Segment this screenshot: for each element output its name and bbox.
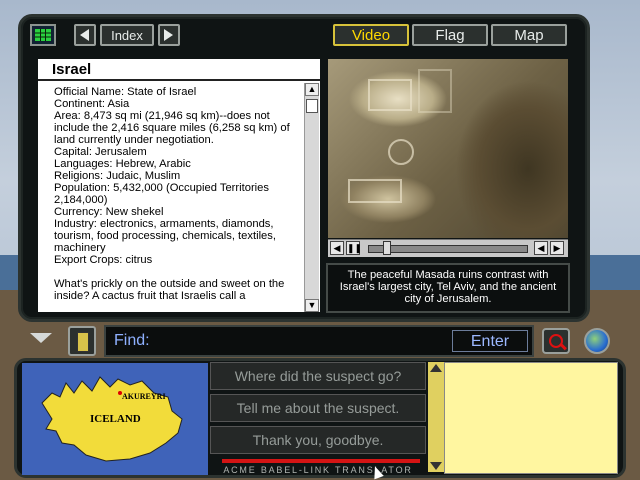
map-city-label: AKUREYRI xyxy=(122,392,166,401)
fact-continent: Continent: Asia xyxy=(54,98,130,110)
video-progress-track[interactable] xyxy=(368,245,528,253)
fact-area: Area: 8,473 sq mi (21,946 sq km)--does n… xyxy=(54,110,290,146)
question-where-button[interactable]: Where did the suspect go? xyxy=(210,362,426,390)
goodbye-button[interactable]: Thank you, goodbye. xyxy=(210,426,426,454)
ruin-shape xyxy=(388,139,414,165)
collapse-arrow-icon[interactable] xyxy=(30,333,52,343)
fact-industry: Industry: electronics, armaments, diamon… xyxy=(54,218,276,254)
map-country-label: ICELAND xyxy=(90,413,141,425)
fact-population: Population: 5,432,000 (Occupied Territor… xyxy=(54,182,269,206)
next-button[interactable] xyxy=(158,24,180,46)
notes-scroll-up-icon[interactable] xyxy=(430,364,442,372)
find-bar: Find: Enter xyxy=(104,325,534,357)
tab-video[interactable]: Video xyxy=(333,24,409,46)
fact-capital: Capital: Jerusalem xyxy=(54,146,147,158)
info-scrollbar[interactable]: ▲ ▼ xyxy=(304,83,319,312)
location-map: AKUREYRI ICELAND xyxy=(22,363,208,475)
step-forward-icon[interactable]: ▶ xyxy=(550,241,564,255)
video-caption: The peaceful Masada ruins contrast with … xyxy=(326,263,570,313)
pause-icon[interactable]: ❚❚ xyxy=(346,241,362,255)
scroll-thumb[interactable] xyxy=(306,99,318,113)
country-title: Israel xyxy=(38,59,320,81)
video-controls: ◀ ❚❚ ◀ ▶ xyxy=(328,239,568,257)
fact-export-crops: Export Crops: citrus xyxy=(54,254,153,266)
notes-scrollbar[interactable] xyxy=(428,362,444,472)
question-about-button[interactable]: Tell me about the suspect. xyxy=(210,394,426,422)
index-button[interactable]: Index xyxy=(100,24,154,46)
video-player[interactable] xyxy=(328,59,568,238)
fact-religions: Religions: Judaic, Muslim xyxy=(54,170,181,182)
ruin-shape xyxy=(348,179,402,203)
translator-label: ACME BABEL-LINK TRANSLATOR xyxy=(223,465,413,475)
ruin-shape xyxy=(368,79,412,111)
translator-indicator xyxy=(222,459,420,463)
left-arrow-icon xyxy=(80,29,89,41)
notes-scroll-down-icon[interactable] xyxy=(430,462,442,470)
find-label: Find: xyxy=(114,332,150,349)
fact-languages: Languages: Hebrew, Arabic xyxy=(54,158,191,170)
notepad[interactable] xyxy=(444,362,618,474)
magnifier-icon[interactable] xyxy=(542,328,570,354)
fact-currency: Currency: New shekel xyxy=(54,206,164,218)
enter-button[interactable]: Enter xyxy=(452,330,528,352)
tab-flag[interactable]: Flag xyxy=(412,24,488,46)
fact-official-name: Official Name: State of Israel xyxy=(54,86,197,98)
scroll-down-icon[interactable]: ▼ xyxy=(305,299,319,312)
scroll-up-icon[interactable]: ▲ xyxy=(305,83,319,96)
prev-button[interactable] xyxy=(74,24,96,46)
volume-icon[interactable]: ◀ xyxy=(330,241,344,255)
country-info-panel: Israel Official Name: State of Israel Co… xyxy=(38,59,320,312)
phone-icon[interactable] xyxy=(68,326,96,356)
right-arrow-icon xyxy=(164,29,173,41)
ruin-shape xyxy=(418,69,452,113)
grid-menu-icon[interactable] xyxy=(30,24,56,46)
country-facts: Official Name: State of Israel Continent… xyxy=(54,86,304,310)
tab-map[interactable]: Map xyxy=(491,24,567,46)
trivia-text: What's prickly on the outside and sweet … xyxy=(54,278,285,302)
step-back-icon[interactable]: ◀ xyxy=(534,241,548,255)
video-progress-knob[interactable] xyxy=(383,241,391,255)
globe-icon[interactable] xyxy=(584,328,610,354)
